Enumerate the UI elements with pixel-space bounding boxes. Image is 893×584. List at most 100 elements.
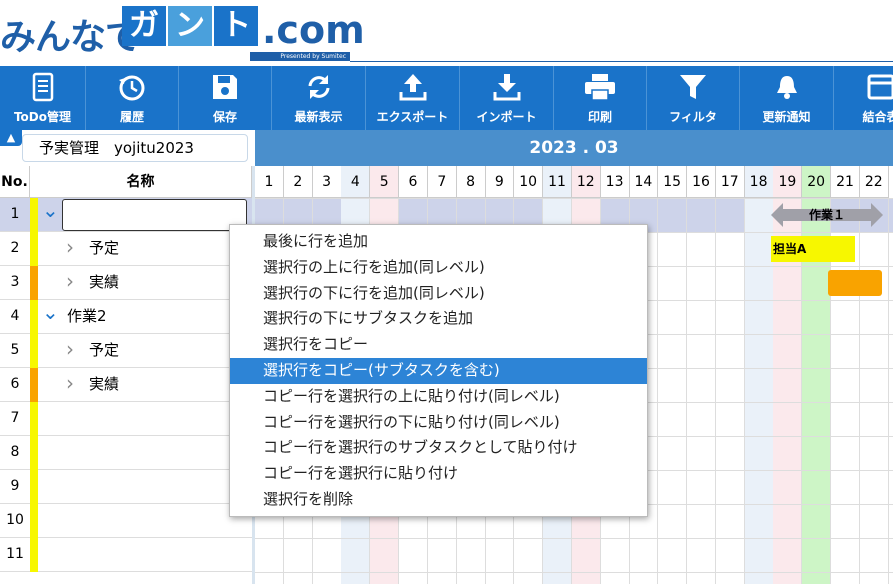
- context-menu-item[interactable]: コピー行を選択行の下に貼り付け(同レベル): [230, 410, 647, 436]
- row-number: 6: [10, 376, 20, 392]
- project-name-field[interactable]: 予実管理 yojitu2023: [22, 134, 248, 162]
- day-header: 13: [600, 166, 630, 198]
- todo-button[interactable]: ToDo管理: [0, 66, 86, 130]
- refresh-label: 最新表示: [294, 110, 343, 124]
- plan-bar[interactable]: 担当A: [771, 236, 855, 262]
- day-header: 6: [399, 166, 428, 198]
- day-header: 14: [629, 166, 659, 198]
- row-status-bar: [30, 368, 38, 402]
- col-header-name: 名称: [30, 166, 252, 198]
- chevron-right-icon[interactable]: ›: [66, 232, 74, 265]
- context-menu-item[interactable]: 選択行をコピー(サブタスクを含む): [230, 357, 647, 384]
- import-button[interactable]: インポート: [460, 66, 554, 130]
- day-column[interactable]: [860, 198, 889, 584]
- day-column[interactable]: [687, 198, 716, 584]
- save-button[interactable]: 保存: [179, 66, 272, 130]
- app-logo: みんなで ガ ン ト .com Presented by Sumitec: [0, 0, 365, 62]
- table-row[interactable]: 2 › 予定: [0, 232, 252, 266]
- month-header: 2023 . 03: [255, 130, 893, 166]
- filter-funnel-icon: [680, 75, 706, 99]
- day-header: 7: [427, 166, 457, 198]
- row-number: 4: [10, 308, 20, 324]
- day-header: 21: [831, 166, 860, 198]
- row-number: 1: [10, 206, 20, 222]
- table-row[interactable]: 9: [0, 470, 252, 504]
- context-menu-item[interactable]: 選択行の下に行を追加(同レベル): [230, 281, 647, 307]
- row-status-bar: [30, 232, 38, 266]
- bell-icon: [776, 76, 797, 99]
- row-number: 9: [10, 478, 20, 494]
- task-name: 実績: [89, 375, 120, 393]
- combined-table-button[interactable]: 結合表: [834, 66, 893, 130]
- logo-box-n: ン: [168, 6, 212, 46]
- context-menu-item[interactable]: コピー行を選択行のサブタスクとして貼り付け: [230, 435, 647, 461]
- history-button[interactable]: 履歴: [86, 66, 179, 130]
- col-header-no: No.: [0, 166, 30, 198]
- grid-row-line: [255, 198, 893, 199]
- table-row[interactable]: 7: [0, 402, 252, 436]
- actual-bar[interactable]: [828, 270, 882, 296]
- print-label: 印刷: [587, 110, 612, 124]
- combined-table-label: 結合表: [862, 110, 893, 124]
- task-summary-bar[interactable]: 作業１: [771, 201, 883, 229]
- save-disk-icon: [213, 75, 237, 99]
- save-label: 保存: [212, 110, 237, 124]
- printer-icon: [585, 74, 615, 101]
- export-label: エクスポート: [376, 110, 449, 124]
- day-header: 3: [312, 166, 342, 198]
- table-row[interactable]: 4 ⌄ 作業2: [0, 300, 252, 334]
- chevron-up-icon: ▲: [6, 131, 16, 144]
- task-name: 予定: [89, 239, 120, 257]
- task-summary-label: 作業１: [808, 208, 845, 222]
- day-column[interactable]: [658, 198, 688, 584]
- day-header: 16: [687, 166, 716, 198]
- row-status-bar: [30, 300, 38, 334]
- filter-button[interactable]: フィルタ: [647, 66, 740, 130]
- table-row[interactable]: 6 › 実績: [0, 368, 252, 402]
- table-row[interactable]: 5 › 予定: [0, 334, 252, 368]
- chevron-right-icon[interactable]: ›: [66, 334, 74, 367]
- row-status-bar: [30, 504, 38, 538]
- day-header: 17: [715, 166, 745, 198]
- chevron-down-icon[interactable]: ⌄: [42, 300, 59, 333]
- context-menu-item[interactable]: 選択行を削除: [230, 487, 647, 513]
- logo-text-com: .com: [262, 8, 365, 52]
- export-button[interactable]: エクスポート: [366, 66, 460, 130]
- table-row[interactable]: 3 › 実績: [0, 266, 252, 300]
- print-button[interactable]: 印刷: [554, 66, 647, 130]
- row-number: 8: [10, 444, 20, 460]
- day-column[interactable]: [744, 198, 774, 584]
- task-name: 実績: [89, 273, 120, 291]
- day-column[interactable]: [716, 198, 745, 584]
- chevron-right-icon[interactable]: ›: [66, 266, 74, 299]
- notify-button[interactable]: 更新通知: [740, 66, 834, 130]
- day-header: 15: [658, 166, 688, 198]
- context-menu-item[interactable]: 選択行の下にサブタスクを追加: [230, 306, 647, 332]
- grid-row-line: [255, 538, 893, 539]
- table-row[interactable]: 8: [0, 436, 252, 470]
- day-header: 1: [255, 166, 284, 198]
- context-menu-item[interactable]: コピー行を選択行の上に貼り付け(同レベル): [230, 384, 647, 410]
- table-row[interactable]: 10: [0, 504, 252, 538]
- table-row[interactable]: 11: [0, 538, 252, 572]
- combined-table-icon: [867, 74, 893, 100]
- todo-label: ToDo管理: [13, 110, 72, 124]
- notebook-icon: [32, 72, 53, 102]
- row-number: 10: [6, 512, 24, 528]
- context-menu-item[interactable]: 最後に行を追加: [230, 229, 647, 255]
- day-header: 22: [859, 166, 889, 198]
- chevron-right-icon[interactable]: ›: [66, 368, 74, 401]
- refresh-icon: [308, 75, 329, 99]
- day-header: 11: [543, 166, 572, 198]
- context-menu-item[interactable]: 選択行の上に行を追加(同レベル): [230, 255, 647, 281]
- row-number: 2: [10, 240, 20, 256]
- refresh-button[interactable]: 最新表示: [272, 66, 366, 130]
- history-label: 履歴: [119, 110, 144, 124]
- context-menu-item[interactable]: 選択行をコピー: [230, 332, 647, 358]
- collapse-header-button[interactable]: ▲: [0, 130, 22, 146]
- day-header: 9: [485, 166, 515, 198]
- task-name-edit-input[interactable]: [62, 199, 247, 231]
- day-header: 20: [802, 166, 832, 198]
- context-menu-item[interactable]: コピー行を選択行に貼り付け: [230, 461, 647, 487]
- chevron-down-icon[interactable]: ⌄: [42, 198, 59, 231]
